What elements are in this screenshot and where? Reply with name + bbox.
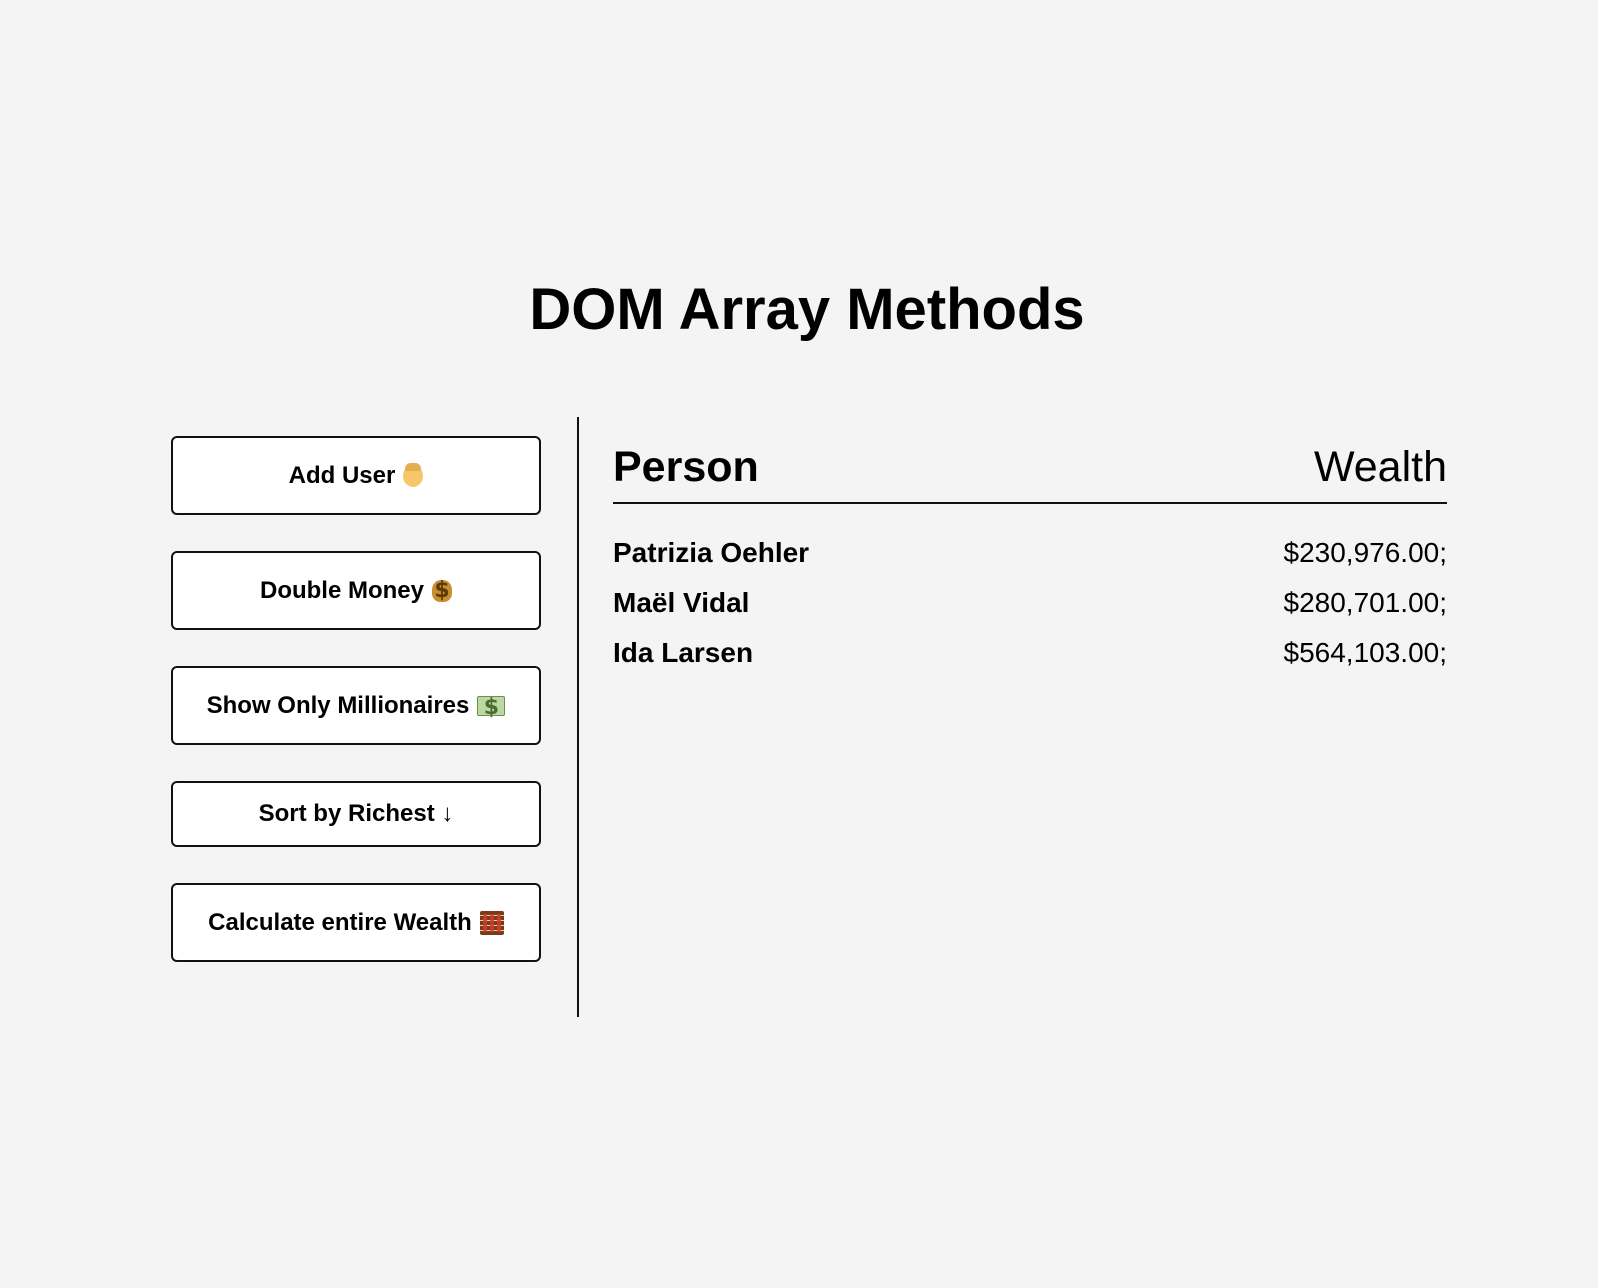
table-header: Person Wealth: [613, 430, 1447, 504]
person-wealth: $230,976.00;: [1283, 537, 1448, 568]
wealth-table: Person Wealth Patrizia Oehler $230,976.0…: [613, 430, 1447, 678]
person-name: Patrizia Oehler: [613, 537, 810, 568]
add-user-button[interactable]: Add User: [171, 436, 541, 515]
page: DOM Array Methods Add User Double Money …: [0, 0, 1598, 1288]
action-sidebar: Add User Double Money $ Show Only Millio…: [171, 417, 541, 1017]
person-row: Ida Larsen $564,103.00;: [613, 628, 1447, 678]
vertical-divider: [577, 417, 579, 1017]
money-bag-emoji-icon: $: [432, 579, 452, 602]
double-money-button[interactable]: Double Money $: [171, 551, 541, 630]
person-name: Ida Larsen: [613, 637, 754, 668]
person-wealth: $280,701.00;: [1283, 587, 1448, 618]
person-name: Maël Vidal: [613, 587, 750, 618]
sort-richest-button[interactable]: Sort by Richest ↓: [171, 781, 541, 847]
double-money-label: Double Money: [259, 576, 424, 604]
sort-richest-label: Sort by Richest ↓: [258, 800, 454, 827]
person-list: Patrizia Oehler $230,976.00; Maël Vidal …: [613, 528, 1447, 678]
wealth-column-header: Wealth: [1313, 443, 1447, 491]
person-wealth: $564,103.00;: [1283, 637, 1448, 668]
man-emoji-icon: [403, 462, 424, 487]
person-row: Maël Vidal $280,701.00;: [613, 578, 1447, 628]
app-container: Add User Double Money $ Show Only Millio…: [0, 0, 1598, 1288]
show-millionaires-button[interactable]: Show Only Millionaires $: [171, 666, 541, 745]
calculate-wealth-button[interactable]: Calculate entire Wealth: [171, 883, 541, 962]
abacus-emoji-icon: [479, 910, 504, 935]
calculate-wealth-label: Calculate entire Wealth: [208, 908, 472, 936]
dollar-banknote-emoji-icon: $: [477, 695, 506, 718]
person-row: Patrizia Oehler $230,976.00;: [613, 528, 1447, 578]
show-millionaires-label: Show Only Millionaires: [206, 691, 470, 719]
add-user-label: Add User: [288, 461, 396, 489]
person-column-header: Person: [613, 443, 759, 491]
